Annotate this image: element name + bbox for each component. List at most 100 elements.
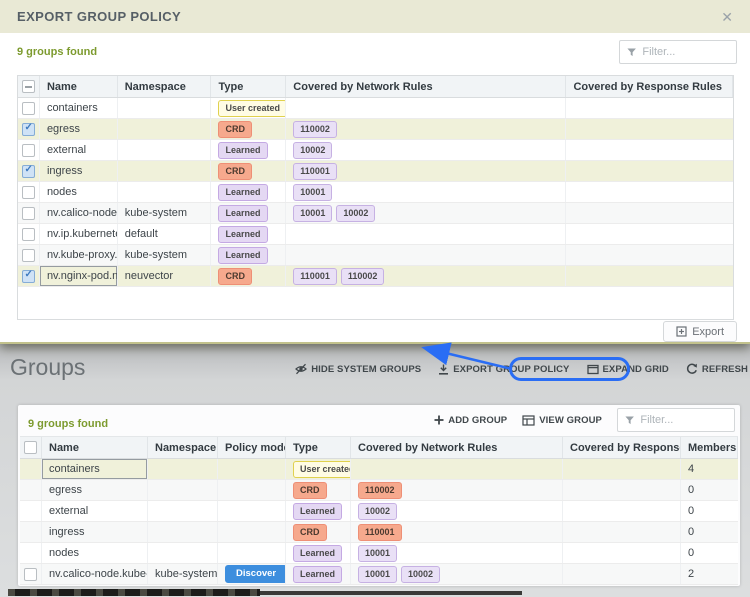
select-all-checkbox[interactable] (24, 441, 37, 454)
export-group-policy-button[interactable]: EXPORT GROUP POLICY (438, 364, 569, 375)
table-row[interactable]: egress CRD 110002 0 (20, 480, 738, 501)
row-checkbox-cell (18, 98, 40, 118)
badge: Learned (218, 183, 268, 201)
type-cell: User created (286, 459, 351, 479)
expand-icon (586, 364, 599, 374)
refresh-icon (686, 363, 697, 374)
badge: 10002 (336, 204, 376, 222)
table-row[interactable]: external Learned 10002 (18, 140, 733, 161)
namespace-cell: default (118, 224, 212, 244)
grid-icon (522, 414, 535, 426)
view-group-button[interactable]: VIEW GROUP (522, 415, 602, 426)
column-header-network-rules[interactable]: Covered by Network Rules (286, 76, 567, 97)
column-header-policy-mode[interactable]: Policy mode (218, 437, 286, 458)
policy-mode-cell: Discover (218, 564, 286, 584)
table-row[interactable]: nv.nginx-pod.neuvneuvector CRD 11000111000… (18, 266, 733, 287)
row-checkbox[interactable] (21, 143, 35, 157)
table-row[interactable]: ingress CRD 110001 (18, 161, 733, 182)
table-row[interactable]: nv.ip.kubernetes.ddefault Learned (18, 224, 733, 245)
row-checkbox[interactable] (21, 101, 35, 115)
badge: CRD (218, 267, 252, 285)
taskbar-fragment (8, 589, 260, 596)
badge: 110002 (358, 481, 402, 499)
refresh-button[interactable]: REFRESH (686, 363, 748, 375)
row-checkbox[interactable] (21, 206, 35, 220)
row-checkbox[interactable] (21, 227, 35, 241)
namespace-cell (148, 501, 218, 521)
row-checkbox[interactable] (24, 567, 37, 581)
group-name-cell: containers (40, 98, 118, 118)
badge: 10002 (293, 141, 333, 159)
response-rules-cell (566, 203, 733, 223)
response-rules-cell (566, 245, 733, 265)
refresh-label: REFRESH (701, 363, 748, 375)
table-row[interactable]: external Learned 10002 0 (20, 501, 738, 522)
groups-filter-box[interactable] (617, 408, 735, 432)
badge: 10001 (358, 565, 398, 583)
column-header-type[interactable]: Type (286, 437, 351, 458)
page-title: Groups (10, 354, 86, 380)
add-group-button[interactable]: ADD GROUP (434, 415, 507, 426)
members-cell: 2 (688, 568, 695, 580)
namespace-cell: kube-system (148, 564, 218, 584)
column-header-name[interactable]: Name (40, 76, 118, 97)
row-checkbox[interactable] (21, 164, 35, 178)
table-row[interactable]: nodes Learned 10001 0 (20, 543, 738, 564)
badge: 10001 (293, 183, 333, 201)
modal-groups-table: Name Namespace Type Covered by Network R… (17, 75, 734, 320)
response-rules-cell (563, 522, 681, 542)
badge: 110002 (340, 267, 385, 285)
badge: 10002 (358, 502, 398, 520)
badge: 110001 (293, 162, 337, 180)
row-checkbox-cell (18, 161, 40, 181)
taskbar-fragment (260, 591, 522, 595)
row-checkbox-cell (18, 182, 40, 202)
network-rules-cell (286, 224, 567, 244)
table-row[interactable]: nodes Learned 10001 (18, 182, 733, 203)
type-cell: CRD (211, 266, 287, 286)
row-checkbox-cell (18, 266, 40, 286)
column-header-name[interactable]: Name (42, 437, 148, 458)
table-row[interactable]: ingress CRD 110001 0 (20, 522, 738, 543)
table-row[interactable]: nv.kube-proxy.kubkube-system Learned (18, 245, 733, 266)
modal-filter-box[interactable] (619, 40, 737, 64)
network-rules-cell: 10002 (286, 140, 567, 160)
response-rules-cell (566, 266, 733, 286)
export-button[interactable]: Export (663, 321, 737, 342)
column-header-namespace[interactable]: Namespace (118, 76, 212, 97)
row-checkbox[interactable] (21, 185, 35, 199)
namespace-cell (148, 459, 218, 479)
table-row[interactable]: nv.calico-node.kubkube-system Learned 1000… (18, 203, 733, 224)
badge: Learned (218, 204, 268, 222)
table-row[interactable]: containers User created (18, 98, 733, 119)
export-icon (676, 326, 687, 337)
type-cell: CRD (211, 119, 287, 139)
table-row[interactable]: egress CRD 110002 (18, 119, 733, 140)
members-cell: 4 (688, 463, 695, 475)
expand-grid-button[interactable]: EXPAND GRID (586, 364, 669, 375)
row-checkbox[interactable] (21, 122, 35, 136)
table-row[interactable]: nv.calico-node.kube-syskube-system Discov… (20, 564, 738, 585)
close-icon[interactable]: ✕ (721, 10, 733, 24)
row-checkbox[interactable] (21, 248, 35, 262)
network-rules-cell: 10002 (351, 501, 563, 521)
policy-mode-cell (218, 480, 286, 500)
modal-filter-input[interactable] (642, 46, 729, 58)
row-checkbox[interactable] (21, 269, 35, 283)
column-header-response-rules[interactable]: Covered by Response Rules (566, 76, 733, 97)
group-name-cell: egress (42, 480, 148, 500)
column-header-type[interactable]: Type (211, 76, 287, 97)
select-all-checkbox[interactable] (21, 80, 35, 93)
policy-mode-badge[interactable]: Discover (225, 564, 285, 584)
table-row[interactable]: containers User created 4 (20, 459, 738, 480)
groups-panel: 9 groups found ADD GROUP VIEW GROUP Name (18, 405, 740, 586)
column-header-network-rules[interactable]: Covered by Network Rules (351, 437, 563, 458)
hide-system-groups-button[interactable]: HIDE SYSTEM GROUPS (295, 363, 421, 375)
column-header-namespace[interactable]: Namespace (148, 437, 218, 458)
badge: CRD (218, 120, 252, 138)
group-count: 9 groups found (17, 46, 98, 58)
groups-filter-input[interactable] (640, 414, 727, 426)
column-header-response-rules[interactable]: Covered by Response R.. (563, 437, 681, 458)
badge: CRD (293, 523, 327, 541)
column-header-members[interactable]: Members (681, 437, 738, 458)
